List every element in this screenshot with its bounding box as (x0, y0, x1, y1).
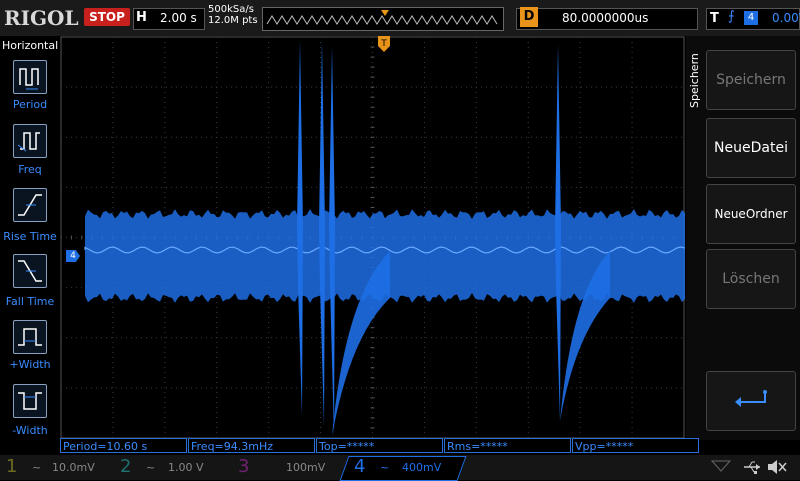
ch4-scale: 400mV (402, 461, 442, 474)
sample-info: 500kSa/s 12.0M pts (208, 4, 258, 26)
freq-button[interactable] (13, 124, 47, 158)
period-icon (19, 68, 39, 90)
new-folder-button[interactable]: NeueOrdner (706, 184, 796, 244)
waveform-display[interactable] (60, 36, 685, 439)
save-button[interactable]: Speichern (706, 50, 796, 110)
ch2-scale: 1.00 V (168, 461, 204, 474)
positive-width-icon (18, 328, 42, 346)
usb-icon (744, 461, 760, 474)
positive-width-button[interactable] (13, 320, 47, 354)
period-button[interactable] (13, 60, 47, 94)
measurement-rms[interactable]: Rms=***** (444, 438, 571, 453)
ch1-number[interactable]: 1 (6, 456, 17, 477)
trigger-channel-badge: 4 (744, 11, 758, 25)
freq-label: Freq (18, 163, 42, 176)
trigger-level: 0.00V (772, 11, 800, 25)
save-menu-title: Speichern (688, 53, 701, 108)
timebase-value: 2.00 s (160, 11, 197, 25)
new-file-button[interactable]: NeueDatei (706, 118, 796, 178)
delay-letter: D (520, 7, 538, 27)
ch2-number[interactable]: 2 (120, 456, 131, 477)
ch3-scale: 100mV (286, 461, 326, 474)
frequency-icon (17, 132, 40, 152)
rise-time-button[interactable] (13, 188, 47, 222)
memory-depth: 12.0M pts (208, 15, 258, 26)
ch1-coupling: ~ (32, 461, 42, 474)
delay-value: 80.0000000us (562, 11, 649, 25)
fall-time-label: Fall Time (5, 295, 55, 308)
trigger-position-marker[interactable]: T (378, 36, 390, 56)
ch1-scale: 10.0mV (52, 461, 95, 474)
speaker-muted-icon (768, 460, 787, 474)
measurement-period[interactable]: Period=10.60 s (60, 438, 187, 453)
panel-tab-icon (710, 460, 732, 472)
memory-waveform-icon (266, 10, 498, 25)
ch4-number[interactable]: 4 (354, 456, 365, 477)
measurement-freq[interactable]: Freq=94.3mHz (188, 438, 315, 453)
negative-width-button[interactable] (13, 384, 47, 418)
sample-rate: 500kSa/s (208, 4, 254, 15)
channel-4-trace (84, 40, 685, 436)
rise-time-label: Rise Time (3, 230, 57, 243)
positive-width-label: +Width (9, 358, 51, 371)
ch2-coupling: ~ (146, 461, 156, 474)
fall-time-button[interactable] (13, 254, 47, 288)
brand-logo: RIGOL (4, 6, 79, 30)
memory-overview[interactable] (262, 7, 504, 31)
ch3-number[interactable]: 3 (238, 456, 249, 477)
measurement-vpp[interactable]: Vpp=***** (572, 438, 699, 453)
return-button[interactable] (706, 371, 796, 431)
trigger-letter: T (710, 11, 719, 26)
measurement-top[interactable]: Top=***** (316, 438, 443, 453)
rise-time-icon (18, 194, 42, 216)
measure-menu-title: Horizontal (2, 39, 59, 52)
negative-width-label: -Width (12, 424, 48, 437)
horizontal-letter: H (136, 10, 147, 25)
fall-time-icon (18, 260, 42, 282)
rising-edge-icon: ⨍ (728, 9, 735, 24)
negative-width-icon (18, 392, 42, 410)
return-arrow-icon (735, 390, 767, 407)
period-label: Period (12, 98, 48, 111)
ch4-coupling: ~ (380, 461, 390, 474)
trigger-marker-letter: T (380, 39, 387, 49)
run-stop-indicator[interactable]: STOP (84, 8, 130, 26)
delete-button[interactable]: Löschen (706, 249, 796, 309)
